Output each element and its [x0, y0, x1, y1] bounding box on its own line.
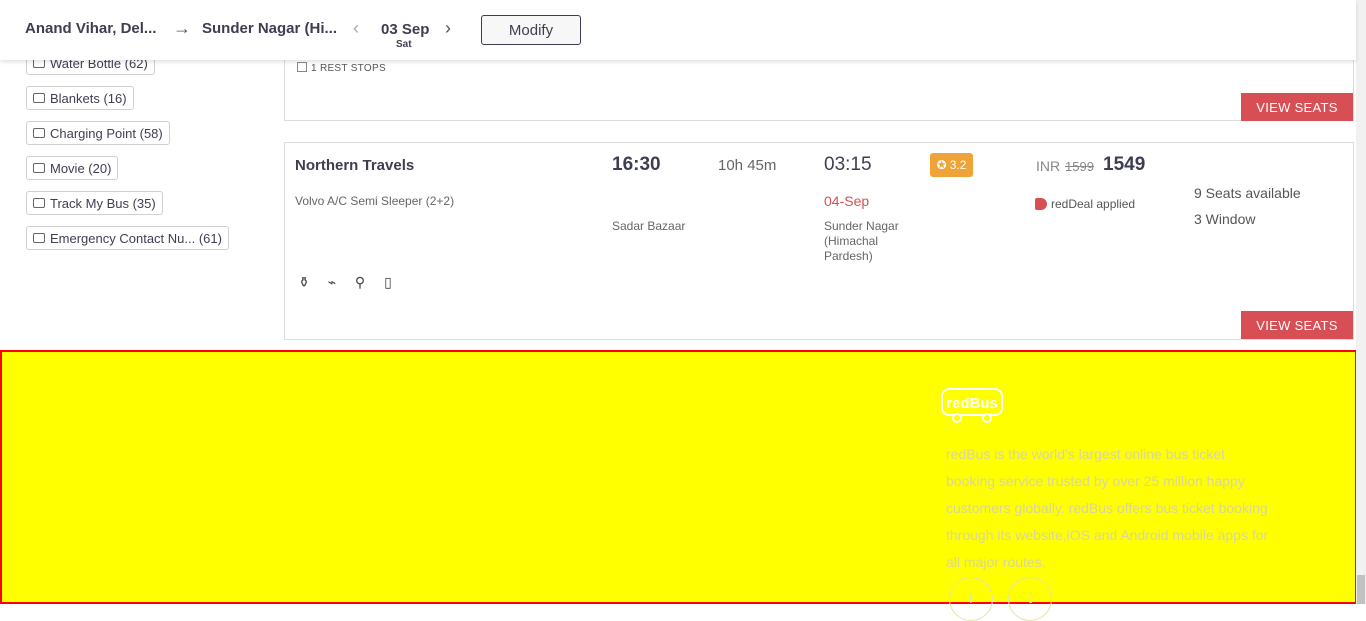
filter-chip-blankets[interactable]: Blankets (16) — [26, 86, 134, 110]
scrollbar-thumb[interactable] — [1357, 575, 1365, 604]
filter-chip-charging-point[interactable]: Charging Point (58) — [26, 121, 170, 145]
seats-available: 9 Seats available — [1194, 185, 1301, 201]
boarding-point: Sadar Bazaar — [612, 219, 686, 233]
fare-price: 1549 — [1103, 154, 1146, 175]
view-seats-button[interactable]: VIEW SEATS — [1241, 93, 1353, 121]
journey-day: Sat — [396, 39, 412, 50]
search-header: Anand Vihar, Del... → Sunder Nagar (Hi..… — [0, 0, 1356, 60]
reddeal-badge: redDeal applied — [1035, 197, 1135, 211]
movie-icon — [33, 163, 45, 173]
route-arrow-icon: → — [173, 18, 191, 38]
modify-button[interactable]: Modify — [481, 15, 581, 45]
view-seats-button[interactable]: VIEW SEATS — [1241, 311, 1353, 339]
rest-stops-label: 1 REST STOPS — [311, 63, 386, 74]
charging-point-icon — [33, 128, 45, 138]
filter-chip-label: Track My Bus (35) — [50, 195, 156, 211]
rest-stops-info: 1 REST STOPS — [297, 62, 386, 74]
deal-text: redDeal applied — [1051, 197, 1136, 211]
filter-chip-label: Blankets (16) — [50, 90, 127, 106]
original-price: 1599 — [1065, 159, 1094, 174]
operator-name: Northern Travels — [295, 157, 415, 174]
star-shield-icon: ✪ — [936, 158, 947, 172]
currency-label: INR — [1036, 158, 1061, 174]
dropping-point: Sunder Nagar (Himachal Pardesh) — [824, 219, 899, 263]
svg-text:redBus: redBus — [946, 395, 998, 412]
filter-chip-emergency-contact[interactable]: Emergency Contact Nu... (61) — [26, 226, 229, 250]
filter-chip-movie[interactable]: Movie (20) — [26, 156, 119, 180]
track-bus-icon: ▯ — [384, 273, 392, 290]
footer-about-text: redBus is the world's largest online bus… — [946, 446, 1269, 570]
redbus-logo: redBus — [941, 388, 1003, 423]
destination-city[interactable]: Sunder Nagar (Hi... — [202, 20, 337, 37]
twitter-icon[interactable]: t — [1008, 577, 1052, 621]
rating-badge: ✪ 3.2 — [930, 153, 973, 177]
water-bottle-icon: ⚱ — [298, 273, 310, 290]
bus-type: Volvo A/C Semi Sleeper (2+2) — [295, 194, 455, 208]
reading-light-icon: ⚲ — [354, 273, 366, 290]
arrival-date: 04-Sep — [824, 193, 870, 209]
emergency-contact-icon — [33, 233, 45, 243]
bus-card — [284, 142, 1354, 340]
journey-date[interactable]: 03 Sep — [381, 21, 429, 38]
rating-value: 3.2 — [949, 158, 967, 172]
rest-stop-icon — [297, 62, 307, 72]
blanket-icon — [33, 93, 45, 103]
filter-chip-label: Movie (20) — [50, 160, 112, 176]
filter-chip-label: Emergency Contact Nu... (61) — [50, 230, 222, 246]
track-bus-icon — [33, 198, 45, 208]
journey-duration: 10h 45m — [718, 157, 777, 174]
source-city[interactable]: Anand Vihar, Del... — [25, 20, 156, 37]
previous-date-chevron-icon[interactable]: ‹ — [353, 18, 359, 39]
filter-chip-label: Charging Point (58) — [50, 125, 163, 141]
next-date-chevron-icon[interactable]: › — [445, 18, 451, 39]
charging-point-icon: ⌁ — [327, 273, 337, 290]
departure-time: 16:30 — [612, 154, 661, 175]
window-seats: 3 Window — [1194, 211, 1256, 227]
scrollbar-track[interactable] — [1356, 0, 1366, 604]
facebook-icon[interactable]: f — [949, 577, 993, 621]
arrival-time: 03:15 — [824, 154, 872, 175]
filter-chip-track-my-bus[interactable]: Track My Bus (35) — [26, 191, 163, 215]
deal-tag-icon — [1035, 198, 1047, 210]
